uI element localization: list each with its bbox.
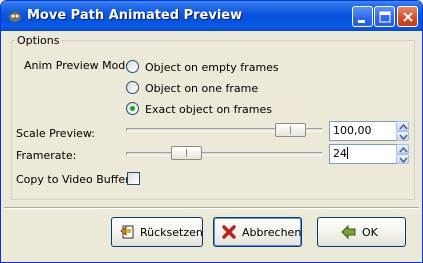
framerate-spin-up[interactable] bbox=[396, 144, 409, 154]
copy-to-video-buffer-label: Copy to Video Buffer: bbox=[16, 173, 134, 186]
ok-button[interactable]: OK bbox=[317, 217, 406, 247]
cancel-button[interactable]: Abbrechen bbox=[213, 217, 302, 247]
ok-button-label: OK bbox=[362, 225, 378, 239]
close-icon bbox=[403, 12, 413, 22]
button-separator bbox=[4, 207, 419, 209]
radio-object-on-one-frame[interactable] bbox=[126, 81, 139, 94]
minimize-icon bbox=[358, 20, 365, 23]
radio-selected-dot bbox=[130, 106, 135, 111]
cancel-icon bbox=[222, 225, 236, 239]
gimp-app-icon bbox=[9, 11, 21, 22]
scale-preview-input[interactable]: 100,00 bbox=[329, 121, 402, 141]
spin-down-icon bbox=[399, 134, 408, 140]
framerate-label: Framerate: bbox=[16, 149, 77, 162]
radio-exact-object-on-frames-label[interactable]: Exact object on frames bbox=[145, 103, 272, 116]
title-bar[interactable]: Move Path Animated Preview bbox=[1, 1, 422, 31]
reset-button[interactable]: Rücksetzen bbox=[111, 217, 203, 247]
text-cursor bbox=[347, 147, 348, 159]
maximize-icon bbox=[379, 11, 391, 23]
maximize-button[interactable] bbox=[374, 6, 395, 27]
spin-up-icon bbox=[399, 124, 408, 130]
window-title: Move Path Animated Preview bbox=[27, 8, 243, 23]
radio-exact-object-on-frames[interactable] bbox=[126, 102, 139, 115]
scale-preview-value: 100,00 bbox=[333, 124, 372, 137]
reset-button-label: Rücksetzen bbox=[140, 225, 203, 239]
framerate-slider-track[interactable] bbox=[126, 152, 323, 156]
minimize-button[interactable] bbox=[352, 6, 373, 27]
framerate-value: 24 bbox=[333, 147, 347, 160]
reset-icon bbox=[120, 225, 134, 239]
options-group-label: Options bbox=[15, 34, 62, 47]
radio-object-on-one-frame-label[interactable]: Object on one frame bbox=[145, 82, 258, 95]
dialog-content: Options Anim Preview Mode: Object on emp… bbox=[4, 31, 419, 261]
cancel-button-label: Abbrechen bbox=[242, 225, 302, 239]
spin-down-icon bbox=[399, 157, 408, 163]
close-button[interactable] bbox=[397, 6, 418, 27]
scale-preview-spin-down[interactable] bbox=[396, 131, 409, 141]
radio-object-on-empty-frames[interactable] bbox=[126, 60, 139, 73]
framerate-spin-down[interactable] bbox=[396, 154, 409, 164]
ok-icon bbox=[341, 224, 356, 240]
radio-object-on-empty-frames-label[interactable]: Object on empty frames bbox=[145, 61, 279, 74]
framerate-input[interactable]: 24 bbox=[329, 144, 402, 164]
anim-preview-mode-label: Anim Preview Mode: bbox=[24, 59, 136, 72]
framerate-slider-thumb[interactable] bbox=[170, 146, 202, 160]
scale-preview-label: Scale Preview: bbox=[16, 127, 96, 140]
dialog-window: Move Path Animated Preview Options Anim … bbox=[0, 0, 423, 263]
scale-preview-slider-thumb[interactable] bbox=[275, 123, 307, 137]
spin-up-icon bbox=[399, 147, 408, 153]
scale-preview-spin-up[interactable] bbox=[396, 121, 409, 131]
copy-to-video-buffer-checkbox[interactable] bbox=[127, 172, 140, 185]
